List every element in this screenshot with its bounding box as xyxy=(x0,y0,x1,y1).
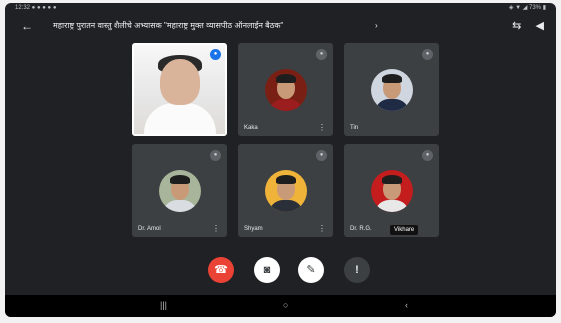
status-icons: ◈ ▼ ◢ 73% ▮ xyxy=(508,5,546,11)
muted-mic-icon: ● xyxy=(422,150,433,161)
chevron-right-icon[interactable]: › xyxy=(375,13,378,39)
speaking-indicator-icon: ● xyxy=(210,49,221,60)
participant-tile[interactable]: ● Dr. R.G. Vikhare xyxy=(344,144,439,237)
participant-tile[interactable]: ● Dr. Amol ⋮ xyxy=(132,144,227,237)
avatar xyxy=(265,170,307,212)
muted-mic-icon: ● xyxy=(316,49,327,60)
home-icon[interactable]: ○ xyxy=(283,300,288,310)
participant-name: Shyam xyxy=(244,226,263,232)
muted-mic-icon: ● xyxy=(316,150,327,161)
camera-toggle-button[interactable]: ◙ xyxy=(254,257,280,283)
more-options-icon[interactable]: ⋮ xyxy=(212,224,220,233)
avatar xyxy=(265,69,307,111)
back-nav-icon[interactable]: ‹ xyxy=(405,300,408,310)
participant-tile[interactable]: ● Kaka ⋮ xyxy=(238,43,333,136)
participant-name: Dr. R.G. xyxy=(350,226,372,232)
more-options-icon[interactable]: ⋮ xyxy=(318,224,326,233)
status-time: 12:32 ● ● ● ● ● xyxy=(15,5,57,11)
meeting-title[interactable]: महाराष्ट्र पुरातन वास्तु शैलीचे अभ्यासक … xyxy=(53,13,413,39)
end-call-button[interactable]: ☎ xyxy=(208,257,234,283)
participant-tile[interactable]: ● Tin xyxy=(344,43,439,136)
recents-icon[interactable]: ||| xyxy=(160,300,167,310)
participant-tile[interactable]: ● Shyam ⋮ xyxy=(238,144,333,237)
android-nav-bar: ||| ○ ‹ xyxy=(5,295,556,317)
avatar-hair xyxy=(276,175,296,184)
avatar xyxy=(371,170,413,212)
muted-mic-icon: ● xyxy=(210,150,221,161)
participant-face xyxy=(160,59,200,105)
avatar-hair xyxy=(276,74,296,83)
app-bar-actions: ⇆ ◀ xyxy=(500,13,544,40)
name-tag: Vikhare xyxy=(390,225,419,235)
participant-name: Tin xyxy=(350,125,359,131)
participant-name: Kaka xyxy=(244,125,258,131)
switch-camera-icon[interactable]: ⇆ xyxy=(512,20,521,32)
avatar xyxy=(159,170,201,212)
mic-toggle-button[interactable]: ✎ xyxy=(298,257,324,283)
more-options-button[interactable]: ! xyxy=(344,257,370,283)
avatar-hair xyxy=(382,175,402,184)
volume-icon[interactable]: ◀ xyxy=(536,20,544,32)
avatar-hair xyxy=(170,175,190,184)
avatar-hair xyxy=(382,74,402,83)
participant-tile-featured[interactable]: ● xyxy=(132,43,227,136)
participant-name: Dr. Amol xyxy=(138,226,161,232)
meeting-app-bar: ← महाराष्ट्र पुरातन वास्तु शैलीचे अभ्यास… xyxy=(5,13,556,39)
more-options-icon[interactable]: ⋮ xyxy=(318,123,326,132)
participant-body xyxy=(144,103,216,134)
back-arrow-icon[interactable]: ← xyxy=(21,13,33,39)
phone-screen: 12:32 ● ● ● ● ● ◈ ▼ ◢ 73% ▮ ← महाराष्ट्र… xyxy=(5,3,556,317)
status-bar: 12:32 ● ● ● ● ● ◈ ▼ ◢ 73% ▮ xyxy=(5,3,556,13)
muted-mic-icon: ● xyxy=(422,49,433,60)
avatar xyxy=(371,69,413,111)
